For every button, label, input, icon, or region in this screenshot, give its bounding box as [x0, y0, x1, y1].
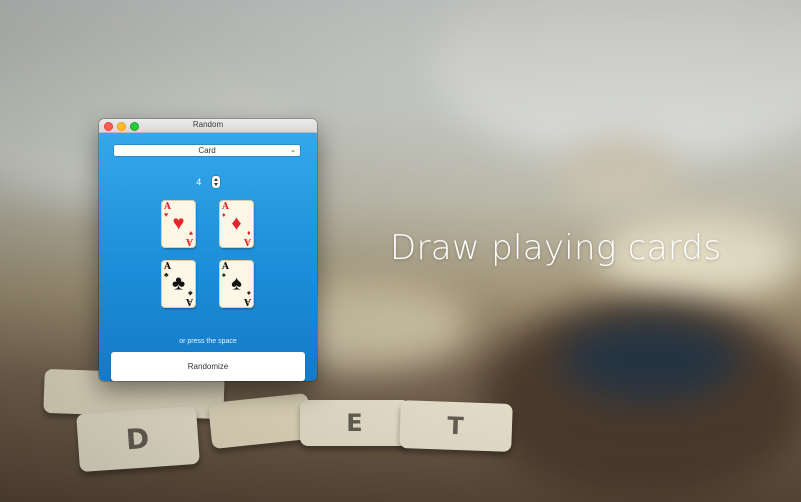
card-rank: A [222, 202, 229, 212]
window-content: Card ⌄ 4 A ♥ ♥ ♥ A A ♦ ♦ ♦ A A ♣ ♣ ♣ A A… [99, 133, 317, 381]
headline: Draw playing cards [390, 228, 722, 268]
playing-card-ace-diamonds: A ♦ ♦ ♦ A [220, 201, 253, 247]
playing-card-ace-spades: A ♠ ♠ ♠ A [220, 261, 253, 307]
randomize-button[interactable]: Randomize [111, 352, 305, 381]
card-suit-small: ♣ [188, 289, 193, 296]
chevron-down-icon: ⌄ [290, 147, 296, 154]
space-key-hint: or press the space [179, 338, 237, 345]
card-suit-small: ♠ [247, 289, 251, 296]
window-title: Random [192, 120, 224, 129]
card-suit-small: ♦ [247, 229, 251, 236]
card-rank: A [222, 262, 229, 272]
card-suit-small: ♥ [188, 229, 193, 236]
mode-select-value: Card [198, 146, 216, 155]
card-rank: A [244, 296, 251, 306]
title-bar[interactable]: Random [99, 119, 317, 133]
mode-select[interactable]: Card ⌄ [114, 145, 300, 156]
card-rank: A [186, 296, 193, 306]
stepper-up-icon[interactable] [213, 177, 218, 181]
card-rank: A [164, 202, 171, 212]
card-count-stepper[interactable] [211, 175, 220, 188]
card-rank: A [244, 236, 251, 246]
playing-card-ace-clubs: A ♣ ♣ ♣ A [162, 261, 195, 307]
card-rank: A [164, 262, 171, 272]
card-count-value: 4 [196, 176, 202, 187]
playing-card-ace-hearts: A ♥ ♥ ♥ A [162, 201, 195, 247]
random-app-window: Random Card ⌄ 4 A ♥ ♥ ♥ A A ♦ ♦ ♦ A A ♣ … [99, 119, 317, 381]
stepper-down-icon[interactable] [213, 182, 218, 186]
card-rank: A [186, 236, 193, 246]
